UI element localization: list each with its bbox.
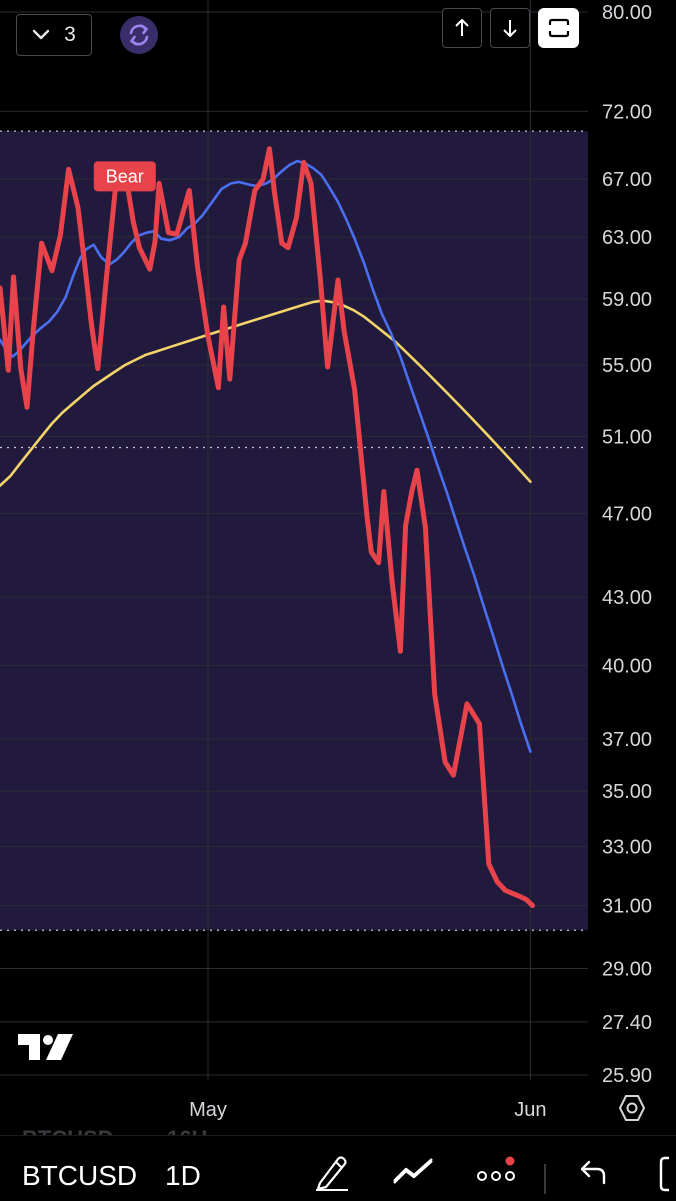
bear-badge: Bear	[93, 161, 156, 192]
x-tick-label: Jun	[514, 1099, 546, 1121]
y-tick-label: 29.00	[602, 958, 652, 980]
fullscreen-icon	[548, 18, 569, 38]
y-tick-label: 35.00	[602, 781, 652, 803]
draw-button[interactable]	[310, 1152, 354, 1192]
trend-line-button[interactable]	[392, 1152, 436, 1192]
y-tick-label: 67.00	[602, 169, 652, 191]
more-icon	[477, 1156, 515, 1181]
scroll-up-button[interactable]	[442, 8, 482, 48]
interval-button[interactable]: 1D	[165, 1160, 201, 1192]
undo-button[interactable]	[570, 1152, 614, 1192]
edge-icon[interactable]	[655, 1156, 676, 1192]
chevron-down-icon	[32, 29, 50, 40]
symbol-button[interactable]: BTCUSD	[22, 1160, 137, 1192]
y-tick-label: 27.40	[602, 1012, 652, 1034]
toolbar-divider	[544, 1164, 546, 1194]
bear-zone	[0, 131, 588, 931]
bottom-toolbar: BTCUSD 1D	[0, 1135, 676, 1201]
arrow-down-icon	[503, 20, 517, 37]
y-tick-label: 72.00	[602, 101, 652, 123]
y-tick-label: 25.90	[602, 1065, 652, 1087]
sync-button[interactable]	[120, 16, 158, 54]
y-axis[interactable]: 80.00 72.00 67.00 63.00 59.00 55.00 51.00 47.00…	[602, 2, 652, 1087]
x-tick-label: May	[189, 1099, 227, 1121]
sync-icon	[129, 24, 149, 46]
y-tick-label: 33.00	[602, 837, 652, 859]
bear-badge-text: Bear	[106, 166, 144, 186]
y-tick-label: 51.00	[602, 426, 652, 448]
series-count: 3	[64, 23, 76, 46]
tradingview-logo-icon	[18, 1034, 73, 1060]
fullscreen-button[interactable]	[538, 8, 579, 48]
price-chart[interactable]: 80.00 72.00 67.00 63.00 59.00 55.00 51.00 47.00…	[0, 0, 676, 1135]
y-tick-label: 55.00	[602, 355, 652, 377]
y-tick-label: 80.00	[602, 2, 652, 24]
series-toggle-button[interactable]: 3	[16, 14, 92, 56]
settings-icon[interactable]	[618, 1094, 646, 1122]
y-tick-label: 40.00	[602, 655, 652, 677]
y-tick-label: 47.00	[602, 503, 652, 525]
undo-icon	[580, 1160, 606, 1185]
y-tick-label: 59.00	[602, 289, 652, 311]
y-tick-label: 31.00	[602, 896, 652, 918]
y-tick-label: 43.00	[602, 587, 652, 609]
y-tick-label: 37.00	[602, 729, 652, 751]
arrow-up-icon	[455, 19, 469, 36]
scroll-down-button[interactable]	[490, 8, 530, 48]
y-tick-label: 63.00	[602, 227, 652, 249]
pen-icon	[316, 1156, 348, 1191]
more-button[interactable]	[474, 1152, 518, 1192]
trend-line-icon	[393, 1158, 433, 1184]
